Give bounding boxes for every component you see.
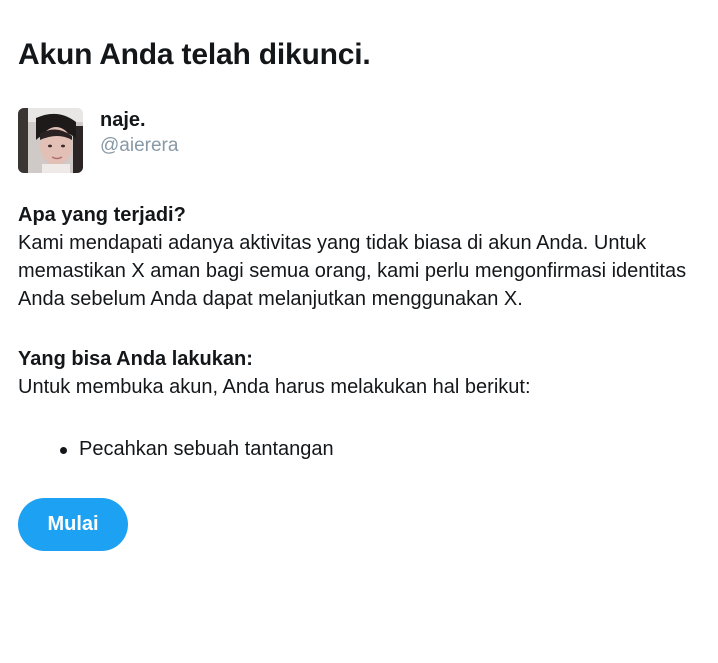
what-happened-section: Apa yang terjadi? Kami mendapati adanya …	[18, 201, 708, 313]
user-handle: @aierera	[100, 135, 179, 156]
avatar	[18, 108, 83, 173]
start-button[interactable]: Mulai	[18, 498, 128, 551]
list-item: Pecahkan sebuah tantangan	[18, 434, 334, 464]
what-you-can-do-heading: Yang bisa Anda lakukan:	[18, 348, 253, 370]
user-info: naje. @aierera	[100, 108, 178, 159]
what-happened-body: Kami mendapati adanya aktivitas yang tid…	[18, 232, 687, 310]
step-label: Pecahkan sebuah tantangan	[79, 438, 334, 460]
user-card: naje. @aierera	[18, 108, 178, 173]
display-name: naje.	[100, 109, 146, 131]
what-you-can-do-section: Yang bisa Anda lakukan: Untuk membuka ak…	[18, 345, 708, 401]
bullet-icon	[60, 447, 67, 454]
what-happened-heading: Apa yang terjadi?	[18, 204, 186, 226]
steps-list: Pecahkan sebuah tantangan	[18, 434, 334, 464]
profile-photo-icon	[18, 108, 83, 173]
page-title: Akun Anda telah dikunci.	[18, 38, 371, 71]
what-you-can-do-body: Untuk membuka akun, Anda harus melakukan…	[18, 376, 531, 398]
